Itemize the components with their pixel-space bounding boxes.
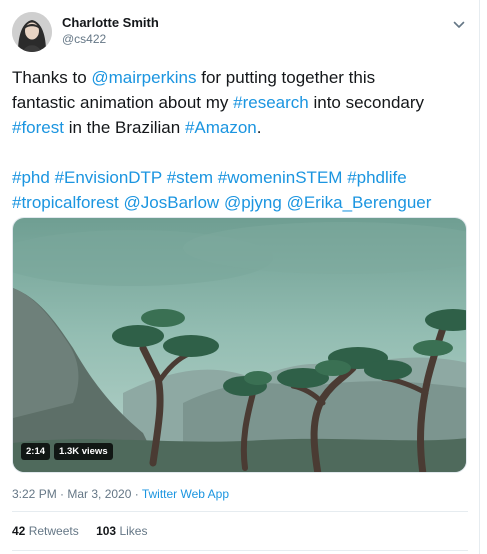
hashtag-link[interactable]: #Amazon (185, 118, 257, 137)
hashtag-link[interactable]: #stem (167, 168, 213, 187)
tweet-timestamp[interactable]: 3:22 PM · Mar 3, 2020 · (12, 487, 142, 501)
video-badges: 2:14 1.3K views (21, 443, 113, 460)
tweet-line: #tropicalforest @JosBarlow @pjyng @Erika… (12, 190, 474, 215)
avatar-image (12, 12, 52, 52)
tweet-line: #phd #EnvisionDTP #stem #womeninSTEM #ph… (12, 165, 474, 190)
video-views: 1.3K views (54, 443, 113, 460)
hashtag-link[interactable]: #tropicalforest (12, 193, 119, 212)
hashtag-link[interactable]: #EnvisionDTP (55, 168, 162, 187)
text-segment: into secondary (308, 93, 425, 112)
retweets-label: Retweets (28, 524, 79, 538)
video-thumbnail (13, 218, 466, 472)
text-segment: fantastic animation about my (12, 93, 234, 112)
tweet-text: Thanks to @mairperkins for putting toget… (12, 65, 474, 215)
tweet-line: Thanks to @mairperkins for putting toget… (12, 65, 474, 90)
tweet-line: #forest in the Brazilian #Amazon. (12, 115, 474, 140)
mention-link[interactable]: @Erika_Berenguer (287, 193, 432, 212)
video-player[interactable]: 2:14 1.3K views (12, 217, 467, 473)
tweet-meta: 3:22 PM · Mar 3, 2020 · Twitter Web App (12, 486, 229, 502)
author-block: Charlotte Smith @cs422 (62, 15, 159, 47)
author-handle[interactable]: @cs422 (62, 31, 159, 47)
hashtag-link[interactable]: #forest (12, 118, 64, 137)
mention-link[interactable]: @pjyng (224, 193, 282, 212)
text-segment: in the Brazilian (63, 118, 185, 137)
mention-link[interactable]: @JosBarlow (124, 193, 220, 212)
tweet-header: Charlotte Smith @cs422 (12, 12, 468, 56)
tweet-source[interactable]: Twitter Web App (142, 487, 229, 501)
tweet-card: Charlotte Smith @cs422 Thanks to @mairpe… (0, 0, 480, 554)
likes-label: Likes (119, 524, 148, 538)
video-duration: 2:14 (21, 443, 51, 460)
text-segment: . (256, 118, 262, 137)
tweet-stats: 42 Retweets 103 Likes (12, 523, 161, 539)
likes-count: 103 (96, 524, 117, 538)
text-segment: Thanks to (12, 68, 92, 87)
mention-link[interactable]: @mairperkins (91, 68, 196, 87)
divider (12, 550, 468, 551)
chevron-down-icon[interactable] (450, 16, 468, 34)
author-name[interactable]: Charlotte Smith (62, 15, 159, 31)
retweets-count: 42 (12, 524, 26, 538)
hashtag-link[interactable]: #phdlife (347, 168, 407, 187)
tweet-line: fantastic animation about my #research i… (12, 90, 474, 115)
hashtag-link[interactable]: #womeninSTEM (218, 168, 343, 187)
text-segment: for putting together this (196, 68, 376, 87)
retweets-stat[interactable]: 42 Retweets (12, 524, 79, 538)
avatar[interactable] (12, 12, 52, 52)
divider (12, 511, 468, 512)
likes-stat[interactable]: 103 Likes (96, 524, 147, 538)
hashtag-link[interactable]: #phd (12, 168, 50, 187)
hashtag-link[interactable]: #research (233, 93, 309, 112)
